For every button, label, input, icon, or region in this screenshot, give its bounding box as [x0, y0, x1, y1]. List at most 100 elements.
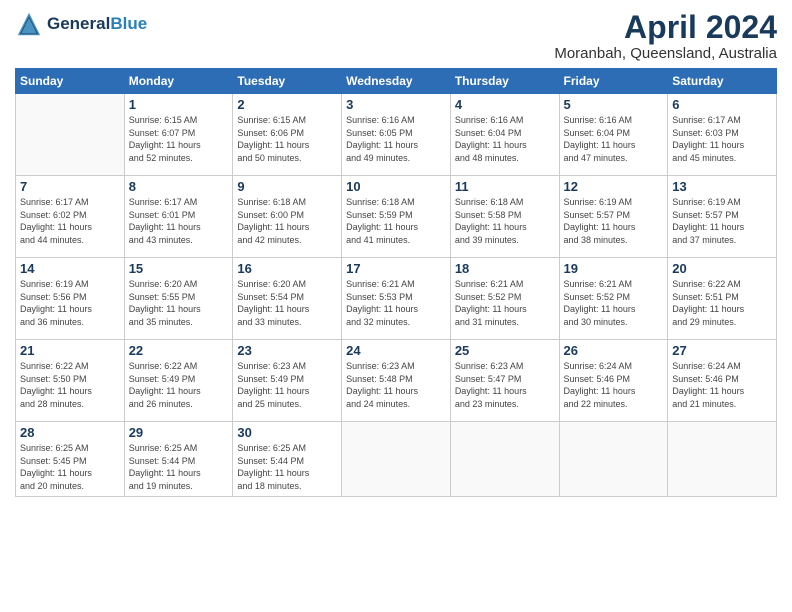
calendar-cell: 8 Sunrise: 6:17 AM Sunset: 6:01 PM Daylig… [124, 176, 233, 258]
calendar-header-row: SundayMondayTuesdayWednesdayThursdayFrid… [16, 69, 777, 94]
day-info: Sunrise: 6:22 AM Sunset: 5:49 PM Dayligh… [129, 360, 229, 410]
calendar-cell: 27 Sunrise: 6:24 AM Sunset: 5:46 PM Dayli… [668, 340, 777, 422]
calendar-cell: 25Sunrise: 6:23 AM Sunset: 5:47 PM Dayli… [450, 340, 559, 422]
day-number: 5 [564, 97, 664, 112]
day-info: Sunrise: 6:17 AM Sunset: 6:03 PM Dayligh… [672, 114, 772, 164]
logo-icon [15, 10, 43, 38]
day-info: Sunrise: 6:18 AM Sunset: 6:00 PM Dayligh… [237, 196, 337, 246]
calendar-cell [16, 94, 125, 176]
weekday-header-saturday: Saturday [668, 69, 777, 94]
day-number: 10 [346, 179, 446, 194]
calendar-cell: 18Sunrise: 6:21 AM Sunset: 5:52 PM Dayli… [450, 258, 559, 340]
weekday-header-friday: Friday [559, 69, 668, 94]
day-info: Sunrise: 6:15 AM Sunset: 6:07 PM Dayligh… [129, 114, 229, 164]
logo-text: GeneralBlue [47, 14, 147, 34]
day-number: 7 [20, 179, 120, 194]
calendar-cell [668, 422, 777, 496]
calendar-cell: 5 Sunrise: 6:16 AM Sunset: 6:04 PM Daylig… [559, 94, 668, 176]
day-number: 27 [672, 343, 772, 358]
day-number: 8 [129, 179, 229, 194]
calendar-cell: 22Sunrise: 6:22 AM Sunset: 5:49 PM Dayli… [124, 340, 233, 422]
day-number: 9 [237, 179, 337, 194]
calendar-cell: 11 Sunrise: 6:18 AM Sunset: 5:58 PM Dayli… [450, 176, 559, 258]
calendar-cell [450, 422, 559, 496]
calendar-cell: 28Sunrise: 6:25 AM Sunset: 5:45 PM Dayli… [16, 422, 125, 496]
calendar-cell: 2 Sunrise: 6:15 AM Sunset: 6:06 PM Daylig… [233, 94, 342, 176]
calendar-cell: 4Sunrise: 6:16 AM Sunset: 6:04 PM Daylig… [450, 94, 559, 176]
day-info: Sunrise: 6:16 AM Sunset: 6:05 PM Dayligh… [346, 114, 446, 164]
day-number: 13 [672, 179, 772, 194]
calendar-week-row: 1 Sunrise: 6:15 AM Sunset: 6:07 PM Daylig… [16, 94, 777, 176]
main-container: GeneralBlue April 2024 Moranbah, Queensl… [0, 0, 792, 502]
logo: GeneralBlue [15, 10, 147, 38]
day-number: 11 [455, 179, 555, 194]
day-info: Sunrise: 6:24 AM Sunset: 5:46 PM Dayligh… [672, 360, 772, 410]
day-info: Sunrise: 6:19 AM Sunset: 5:56 PM Dayligh… [20, 278, 120, 328]
day-info: Sunrise: 6:22 AM Sunset: 5:50 PM Dayligh… [20, 360, 120, 410]
day-info: Sunrise: 6:17 AM Sunset: 6:02 PM Dayligh… [20, 196, 120, 246]
day-number: 14 [20, 261, 120, 276]
weekday-header-thursday: Thursday [450, 69, 559, 94]
day-info: Sunrise: 6:20 AM Sunset: 5:55 PM Dayligh… [129, 278, 229, 328]
calendar-cell: 30Sunrise: 6:25 AM Sunset: 5:44 PM Dayli… [233, 422, 342, 496]
day-info: Sunrise: 6:25 AM Sunset: 5:44 PM Dayligh… [237, 442, 337, 492]
day-info: Sunrise: 6:23 AM Sunset: 5:49 PM Dayligh… [237, 360, 337, 410]
weekday-header-tuesday: Tuesday [233, 69, 342, 94]
day-info: Sunrise: 6:21 AM Sunset: 5:53 PM Dayligh… [346, 278, 446, 328]
weekday-header-wednesday: Wednesday [342, 69, 451, 94]
calendar-cell: 14 Sunrise: 6:19 AM Sunset: 5:56 PM Dayli… [16, 258, 125, 340]
day-number: 1 [129, 97, 229, 112]
weekday-header-monday: Monday [124, 69, 233, 94]
month-title: April 2024 [554, 10, 777, 45]
calendar-cell: 19Sunrise: 6:21 AM Sunset: 5:52 PM Dayli… [559, 258, 668, 340]
day-number: 4 [455, 97, 555, 112]
calendar-cell [559, 422, 668, 496]
calendar-cell: 1 Sunrise: 6:15 AM Sunset: 6:07 PM Daylig… [124, 94, 233, 176]
day-info: Sunrise: 6:16 AM Sunset: 6:04 PM Dayligh… [564, 114, 664, 164]
day-info: Sunrise: 6:18 AM Sunset: 5:58 PM Dayligh… [455, 196, 555, 246]
day-number: 2 [237, 97, 337, 112]
day-info: Sunrise: 6:25 AM Sunset: 5:44 PM Dayligh… [129, 442, 229, 492]
day-number: 15 [129, 261, 229, 276]
day-info: Sunrise: 6:15 AM Sunset: 6:06 PM Dayligh… [237, 114, 337, 164]
day-info: Sunrise: 6:19 AM Sunset: 5:57 PM Dayligh… [672, 196, 772, 246]
calendar-cell: 17 Sunrise: 6:21 AM Sunset: 5:53 PM Dayli… [342, 258, 451, 340]
day-number: 20 [672, 261, 772, 276]
day-info: Sunrise: 6:20 AM Sunset: 5:54 PM Dayligh… [237, 278, 337, 328]
day-number: 16 [237, 261, 337, 276]
location-subtitle: Moranbah, Queensland, Australia [554, 45, 777, 62]
calendar-cell: 3Sunrise: 6:16 AM Sunset: 6:05 PM Daylig… [342, 94, 451, 176]
day-info: Sunrise: 6:17 AM Sunset: 6:01 PM Dayligh… [129, 196, 229, 246]
calendar-cell: 9 Sunrise: 6:18 AM Sunset: 6:00 PM Daylig… [233, 176, 342, 258]
calendar-cell: 6 Sunrise: 6:17 AM Sunset: 6:03 PM Daylig… [668, 94, 777, 176]
day-number: 19 [564, 261, 664, 276]
calendar-cell: 26Sunrise: 6:24 AM Sunset: 5:46 PM Dayli… [559, 340, 668, 422]
day-info: Sunrise: 6:23 AM Sunset: 5:47 PM Dayligh… [455, 360, 555, 410]
calendar-week-row: 21 Sunrise: 6:22 AM Sunset: 5:50 PM Dayli… [16, 340, 777, 422]
calendar-cell: 15 Sunrise: 6:20 AM Sunset: 5:55 PM Dayli… [124, 258, 233, 340]
day-number: 29 [129, 425, 229, 440]
calendar-table: SundayMondayTuesdayWednesdayThursdayFrid… [15, 68, 777, 496]
day-info: Sunrise: 6:23 AM Sunset: 5:48 PM Dayligh… [346, 360, 446, 410]
weekday-header-sunday: Sunday [16, 69, 125, 94]
calendar-cell: 24 Sunrise: 6:23 AM Sunset: 5:48 PM Dayli… [342, 340, 451, 422]
calendar-cell: 10 Sunrise: 6:18 AM Sunset: 5:59 PM Dayli… [342, 176, 451, 258]
day-number: 18 [455, 261, 555, 276]
header: GeneralBlue April 2024 Moranbah, Queensl… [15, 10, 777, 62]
calendar-week-row: 7 Sunrise: 6:17 AM Sunset: 6:02 PM Daylig… [16, 176, 777, 258]
day-number: 26 [564, 343, 664, 358]
day-info: Sunrise: 6:19 AM Sunset: 5:57 PM Dayligh… [564, 196, 664, 246]
day-number: 12 [564, 179, 664, 194]
day-number: 17 [346, 261, 446, 276]
day-number: 6 [672, 97, 772, 112]
title-block: April 2024 Moranbah, Queensland, Austral… [554, 10, 777, 62]
day-number: 21 [20, 343, 120, 358]
day-number: 24 [346, 343, 446, 358]
calendar-cell: 21 Sunrise: 6:22 AM Sunset: 5:50 PM Dayli… [16, 340, 125, 422]
calendar-cell [342, 422, 451, 496]
calendar-cell: 29 Sunrise: 6:25 AM Sunset: 5:44 PM Dayli… [124, 422, 233, 496]
calendar-cell: 16 Sunrise: 6:20 AM Sunset: 5:54 PM Dayli… [233, 258, 342, 340]
day-number: 23 [237, 343, 337, 358]
day-info: Sunrise: 6:18 AM Sunset: 5:59 PM Dayligh… [346, 196, 446, 246]
calendar-week-row: 14 Sunrise: 6:19 AM Sunset: 5:56 PM Dayli… [16, 258, 777, 340]
